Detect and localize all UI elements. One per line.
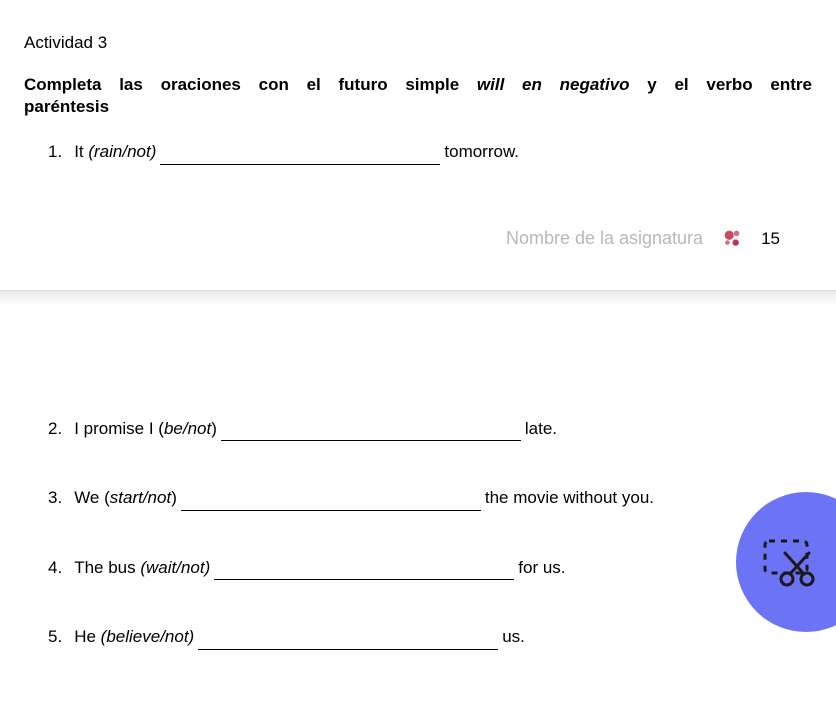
exercise-post: tomorrow. (444, 139, 519, 165)
exercise-post: the movie without you. (485, 485, 654, 511)
page-top: Actividad 3 Completa las oraciones con e… (0, 0, 836, 252)
exercise-pre: The bus (74, 555, 140, 581)
page-number: 15 (761, 226, 780, 252)
exercise-item: 4. The bus (wait/not) for us. (48, 555, 812, 581)
exercise-hint-close: ) (171, 485, 177, 511)
logo-icon (721, 227, 743, 249)
exercise-hint: be/not (164, 416, 211, 442)
scissors-icon (761, 533, 819, 591)
instructions: Completa las oraciones con el futuro sim… (24, 74, 812, 120)
activity-title: Actividad 3 (24, 30, 812, 56)
exercise-post: for us. (518, 555, 565, 581)
exercise-item: 1. It (rain/not) tomorrow. (48, 139, 812, 165)
instructions-part1: Completa las oraciones con el futuro sim… (24, 75, 477, 94)
exercise-hint: start/not (110, 485, 171, 511)
exercise-hint-close: ) (211, 416, 217, 442)
exercise-pre: It (74, 139, 88, 165)
exercise-hint: (wait/not) (140, 555, 210, 581)
exercise-blank[interactable] (214, 562, 514, 581)
exercise-pre: I promise I ( (74, 416, 164, 442)
exercise-blank[interactable] (198, 631, 498, 650)
exercise-blank[interactable] (160, 146, 440, 165)
exercise-item: 5. He (believe/not) us. (48, 624, 812, 650)
exercise-item: 2. I promise I (be/not) late. (48, 416, 812, 442)
exercise-item: 3. We (start/not) the movie without you. (48, 485, 812, 511)
exercise-hint: (rain/not) (88, 139, 156, 165)
page-footer: Nombre de la asignatura 15 (24, 225, 812, 252)
subject-name: Nombre de la asignatura (506, 225, 703, 252)
exercise-number: 3. (48, 485, 62, 511)
page-bottom: 2. I promise I (be/not) late. 3. We (sta… (0, 306, 836, 650)
page-break (0, 290, 836, 306)
exercise-list-1: 1. It (rain/not) tomorrow. (24, 139, 812, 165)
exercise-pre: He (74, 624, 100, 650)
exercise-list-2: 2. I promise I (be/not) late. 3. We (sta… (24, 416, 812, 650)
exercise-hint: (believe/not) (101, 624, 195, 650)
exercise-number: 4. (48, 555, 62, 581)
exercise-blank[interactable] (221, 423, 521, 442)
exercise-post: us. (502, 624, 525, 650)
exercise-pre: We ( (74, 485, 110, 511)
exercise-number: 1. (48, 139, 62, 165)
exercise-number: 2. (48, 416, 62, 442)
exercise-post: late. (525, 416, 557, 442)
exercise-number: 5. (48, 624, 62, 650)
instructions-italic: will en negativo (477, 75, 630, 94)
exercise-blank[interactable] (181, 492, 481, 511)
